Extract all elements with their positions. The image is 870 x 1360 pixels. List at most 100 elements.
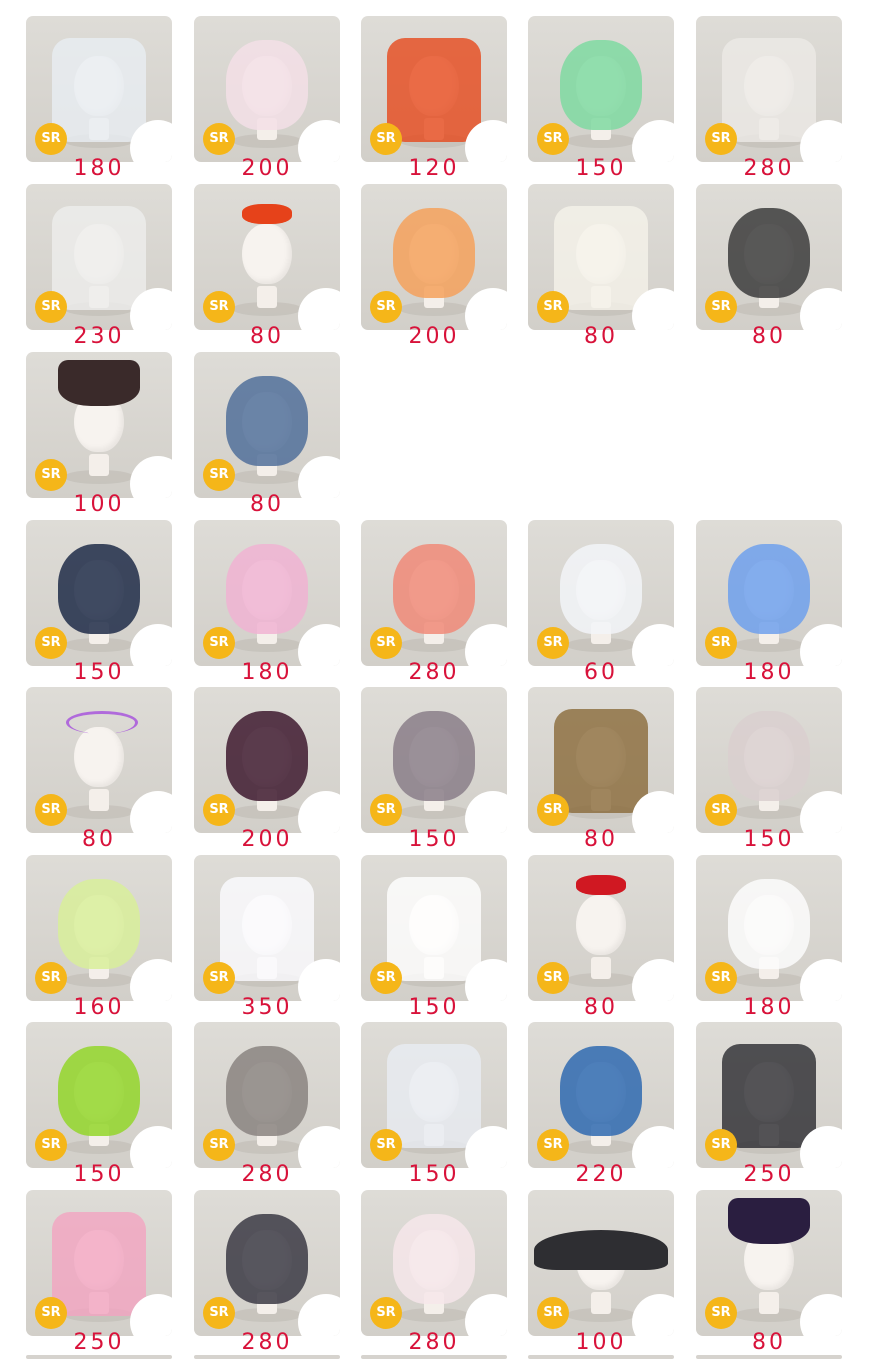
shop-item[interactable]: SR 80	[528, 687, 676, 857]
hair-icon	[560, 1046, 642, 1136]
item-thumbnail[interactable]: SR	[696, 184, 842, 330]
shop-item[interactable]: SR 220	[528, 1022, 676, 1192]
shop-item[interactable]: SR 80	[194, 352, 342, 522]
shop-item[interactable]: SR 150	[361, 687, 509, 857]
shop-item[interactable]: SR 80	[26, 687, 174, 857]
item-thumbnail[interactable]: SR	[528, 1022, 674, 1168]
item-thumbnail[interactable]: SR	[528, 1190, 674, 1336]
shop-item[interactable]: SR 250	[696, 1022, 844, 1192]
item-thumbnail[interactable]: SR	[696, 16, 842, 162]
shop-item[interactable]: SR 160	[26, 855, 174, 1025]
item-price: 160	[73, 995, 125, 1020]
item-price: 150	[73, 660, 125, 685]
ghost-sheet-icon	[387, 1044, 481, 1148]
shop-item[interactable]: SR 80	[696, 1190, 844, 1360]
item-thumbnail[interactable]: SR	[26, 687, 172, 833]
item-thumbnail[interactable]: SR	[361, 1022, 507, 1168]
mannequin-head	[242, 224, 292, 284]
rarity-badge: SR	[203, 794, 235, 826]
shop-item[interactable]: SR 150	[361, 1022, 509, 1192]
shop-item[interactable]: SR 180	[696, 520, 844, 690]
item-thumbnail[interactable]: SR	[361, 687, 507, 833]
item-thumbnail[interactable]: SR	[26, 1022, 172, 1168]
shop-item[interactable]: SR 230	[26, 184, 174, 354]
item-thumbnail[interactable]: SR	[26, 855, 172, 1001]
item-thumbnail[interactable]: SR	[528, 184, 674, 330]
item-thumbnail[interactable]: SR	[194, 520, 340, 666]
item-thumbnail[interactable]: SR	[696, 855, 842, 1001]
item-thumbnail[interactable]: SR	[361, 520, 507, 666]
shop-item[interactable]: SR 150	[528, 16, 676, 186]
shop-item[interactable]: SR 80	[528, 855, 676, 1025]
shop-item[interactable]: SR 280	[194, 1190, 342, 1360]
item-price: 80	[752, 1330, 786, 1355]
item-thumbnail[interactable]: SR	[194, 16, 340, 162]
bunny-hood-icon	[220, 877, 314, 981]
item-thumbnail[interactable]: SR	[194, 855, 340, 1001]
shop-item[interactable]: SR 280	[361, 1190, 509, 1360]
shop-item[interactable]: SR 250	[26, 1190, 174, 1360]
item-thumbnail[interactable]: SR	[361, 184, 507, 330]
shop-item[interactable]: SR 200	[361, 184, 509, 354]
shop-item[interactable]: SR 80	[528, 184, 676, 354]
mannequin-neck	[759, 1292, 779, 1314]
item-thumbnail[interactable]: SR	[26, 1190, 172, 1336]
shop-item[interactable]: SR 100	[528, 1190, 676, 1360]
shop-item[interactable]: SR 150	[361, 855, 509, 1025]
item-thumbnail[interactable]: SR	[26, 184, 172, 330]
item-thumbnail[interactable]: SR	[26, 16, 172, 162]
shop-item[interactable]: SR 120	[361, 16, 509, 186]
item-thumbnail[interactable]: SR	[26, 520, 172, 666]
shop-item[interactable]: SR 100	[26, 352, 174, 522]
item-thumbnail[interactable]: SR	[194, 1022, 340, 1168]
item-thumbnail[interactable]: SR	[528, 520, 674, 666]
rarity-badge: SR	[537, 1129, 569, 1161]
item-thumbnail[interactable]: SR	[361, 855, 507, 1001]
kuromi-plush-icon	[722, 1044, 816, 1148]
item-thumbnail[interactable]: SR	[528, 16, 674, 162]
shop-item[interactable]: SR 180	[194, 520, 342, 690]
mannequin-head	[74, 727, 124, 787]
rarity-badge: SR	[203, 123, 235, 155]
item-thumbnail[interactable]: SR	[194, 184, 340, 330]
mannequin-head	[576, 895, 626, 955]
shop-item[interactable]: SR 150	[26, 1022, 174, 1192]
item-thumbnail[interactable]: SR	[528, 687, 674, 833]
item-thumbnail[interactable]: SR	[361, 16, 507, 162]
item-thumbnail[interactable]: SR	[361, 1190, 507, 1336]
item-thumbnail[interactable]: SR	[696, 1022, 842, 1168]
hair-icon	[560, 544, 642, 634]
rarity-badge: SR	[537, 123, 569, 155]
witch-hat-icon	[728, 1198, 810, 1244]
shop-item[interactable]: SR 80	[696, 184, 844, 354]
shop-item[interactable]: SR 280	[696, 16, 844, 186]
rarity-badge: SR	[370, 627, 402, 659]
item-thumbnail[interactable]: SR	[696, 1190, 842, 1336]
shop-item[interactable]: SR 180	[696, 855, 844, 1025]
item-thumbnail[interactable]: SR	[696, 520, 842, 666]
shop-item[interactable]: SR 180	[26, 16, 174, 186]
rarity-badge: SR	[35, 962, 67, 994]
shop-item[interactable]: SR 280	[194, 1022, 342, 1192]
next-row-tile-edge	[696, 1355, 842, 1359]
rarity-badge: SR	[203, 627, 235, 659]
shop-item[interactable]: SR 200	[194, 687, 342, 857]
shop-item[interactable]: SR 280	[361, 520, 509, 690]
item-price: 80	[752, 324, 786, 349]
hair-icon	[393, 208, 475, 298]
shop-item[interactable]: SR 80	[194, 184, 342, 354]
item-thumbnail[interactable]: SR	[26, 352, 172, 498]
item-thumbnail[interactable]: SR	[696, 687, 842, 833]
item-thumbnail[interactable]: SR	[194, 1190, 340, 1336]
shop-item[interactable]: SR 150	[696, 687, 844, 857]
mannequin-neck	[89, 454, 109, 476]
item-thumbnail[interactable]: SR	[194, 687, 340, 833]
shop-item[interactable]: SR 350	[194, 855, 342, 1025]
shop-item[interactable]: SR 200	[194, 16, 342, 186]
rarity-badge: SR	[35, 291, 67, 323]
shop-item[interactable]: SR 60	[528, 520, 676, 690]
item-thumbnail[interactable]: SR	[528, 855, 674, 1001]
rarity-badge: SR	[35, 1129, 67, 1161]
shop-item[interactable]: SR 150	[26, 520, 174, 690]
item-thumbnail[interactable]: SR	[194, 352, 340, 498]
